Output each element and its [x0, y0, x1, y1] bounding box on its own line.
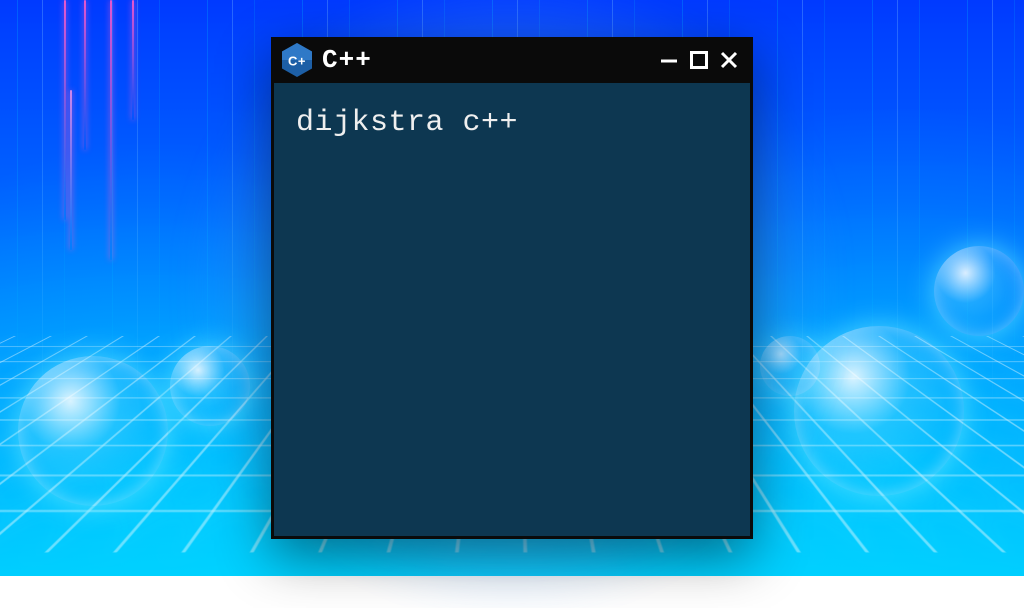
window-title: C++ [322, 47, 372, 73]
terminal-text: dijkstra c++ [296, 106, 518, 140]
close-icon [719, 50, 739, 70]
glow-orb [18, 356, 168, 506]
minimize-icon [659, 50, 679, 70]
terminal-window: C+ C++ dijkstra c++ [271, 37, 753, 539]
close-button[interactable] [718, 49, 740, 71]
window-controls [658, 49, 740, 71]
terminal-body[interactable]: dijkstra c++ [274, 83, 750, 164]
maximize-icon [689, 50, 709, 70]
cpp-logo-icon: C+ [282, 43, 312, 77]
maximize-button[interactable] [688, 49, 710, 71]
glow-orb [934, 246, 1024, 336]
minimize-button[interactable] [658, 49, 680, 71]
titlebar[interactable]: C+ C++ [274, 37, 750, 83]
